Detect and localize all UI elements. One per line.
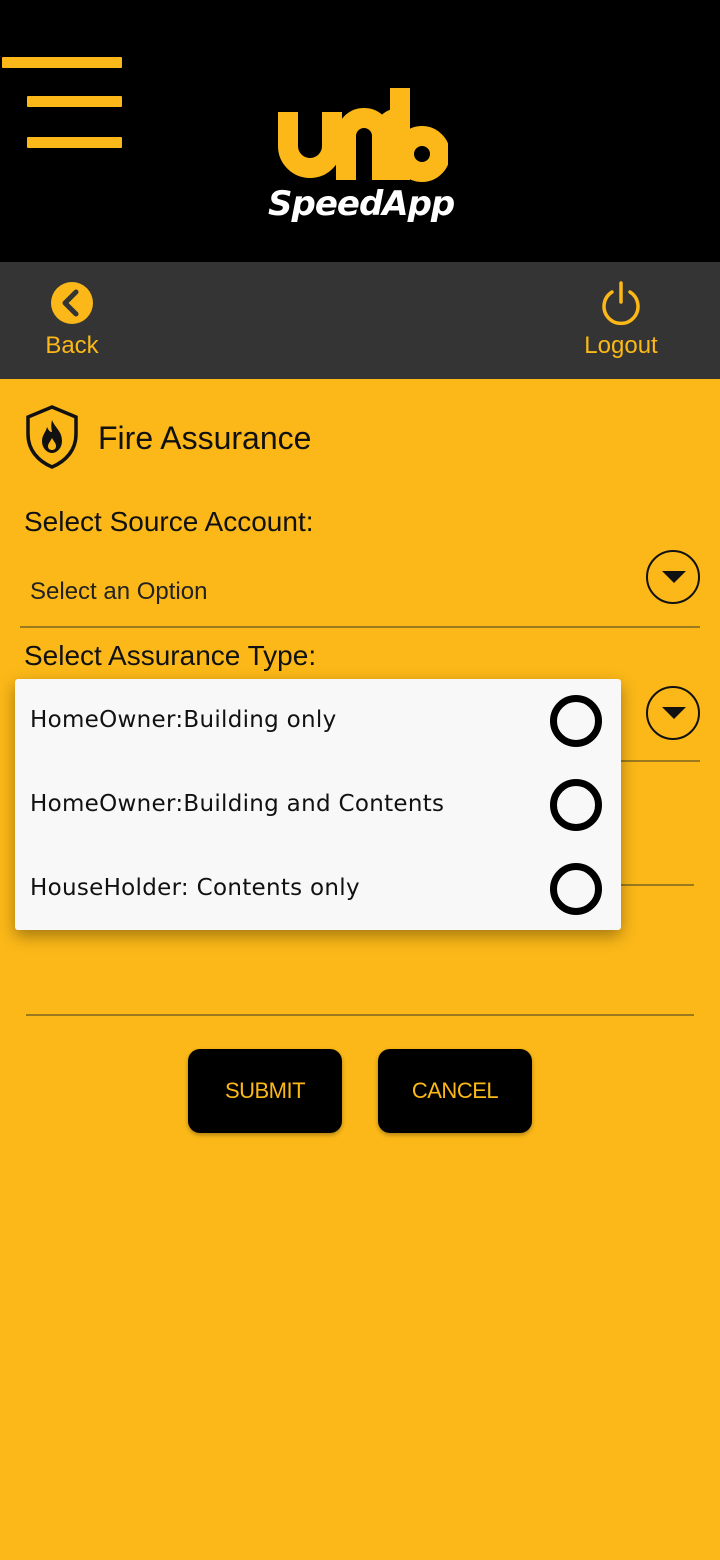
source-account-label: Select Source Account:: [24, 506, 314, 537]
source-account-select[interactable]: Select an Option: [20, 550, 700, 628]
menu-icon[interactable]: [0, 52, 126, 152]
umb-logo-mark: [278, 88, 448, 182]
back-label: Back: [45, 332, 99, 359]
logout-button[interactable]: Logout: [566, 280, 676, 370]
assurance-type-label: Select Assurance Type:: [24, 640, 317, 671]
logout-label: Logout: [584, 332, 658, 359]
back-button[interactable]: Back: [17, 280, 127, 370]
assurance-option[interactable]: HouseHolder: Contents only: [15, 847, 621, 931]
app-header: SpeedApp: [0, 0, 720, 262]
option-label: HouseHolder: Contents only: [30, 875, 360, 901]
submit-button[interactable]: SUBMIT: [188, 1049, 342, 1133]
assurance-option[interactable]: HomeOwner:Building only: [15, 679, 621, 763]
field-divider: [26, 1014, 694, 1016]
radio-icon[interactable]: [550, 779, 602, 831]
fire-shield-icon: [26, 405, 78, 469]
nav-bar: Back Logout: [0, 262, 720, 379]
logo-wordmark: SpeedApp: [268, 184, 455, 224]
chevron-down-icon[interactable]: [646, 686, 700, 740]
assurance-option[interactable]: HomeOwner:Building and Contents: [15, 763, 621, 847]
power-icon: [602, 281, 640, 326]
page-header: Fire Assurance: [24, 404, 424, 474]
radio-icon[interactable]: [550, 695, 602, 747]
cancel-button[interactable]: CANCEL: [378, 1049, 532, 1133]
assurance-type-dropdown: HomeOwner:Building only HomeOwner:Buildi…: [15, 679, 621, 930]
radio-icon[interactable]: [550, 863, 602, 915]
chevron-down-icon[interactable]: [646, 550, 700, 604]
source-account-value: Select an Option: [30, 578, 208, 605]
option-label: HomeOwner:Building and Contents: [30, 791, 445, 817]
page-title: Fire Assurance: [98, 420, 312, 456]
back-icon: [51, 282, 93, 324]
option-label: HomeOwner:Building only: [30, 707, 337, 733]
app-logo: SpeedApp: [268, 84, 455, 234]
